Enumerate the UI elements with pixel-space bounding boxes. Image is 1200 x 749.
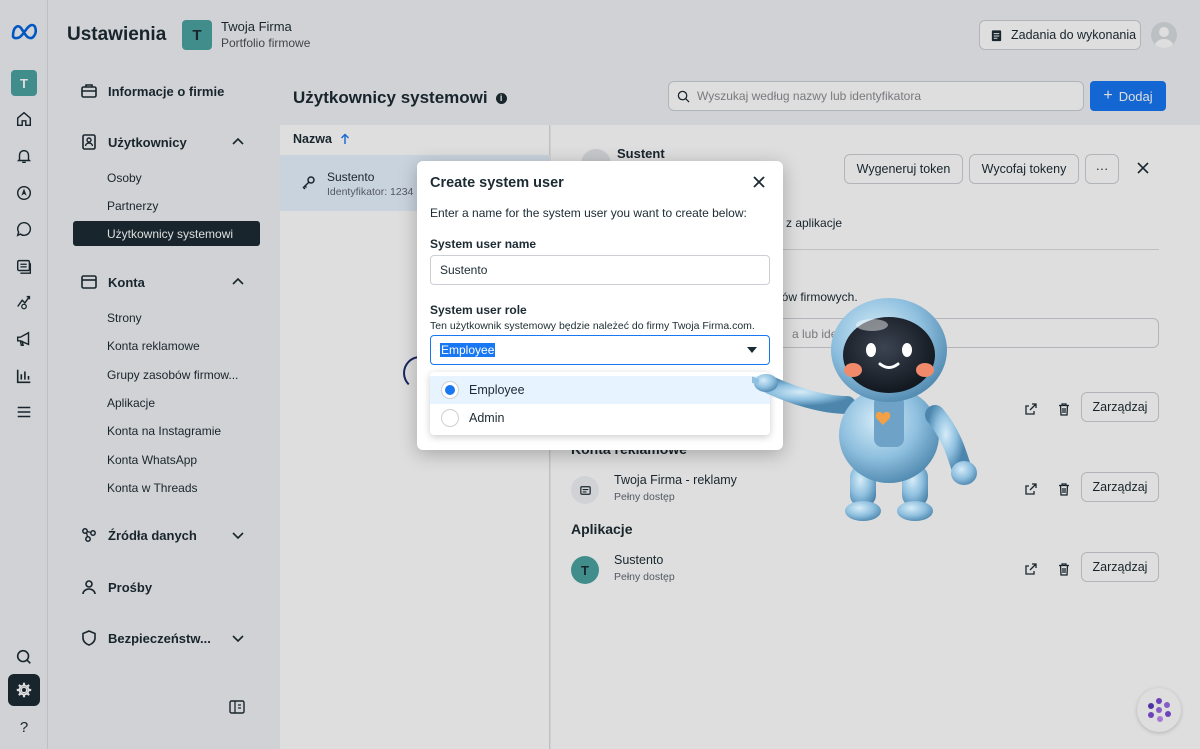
- close-icon[interactable]: [752, 175, 766, 189]
- system-user-name-input[interactable]: Sustento: [430, 255, 770, 285]
- role-select[interactable]: Employee: [430, 335, 770, 365]
- name-field-label: System user name: [430, 237, 537, 251]
- robot-mascot-illustration: [752, 298, 977, 521]
- radio-selected: [441, 381, 459, 399]
- dialog-description: Enter a name for the system user you wan…: [430, 206, 747, 220]
- option-label: Employee: [469, 383, 525, 397]
- role-select-value: Employee: [440, 343, 496, 357]
- role-option-employee[interactable]: Employee: [430, 376, 770, 404]
- role-option-admin[interactable]: Admin: [430, 404, 770, 432]
- role-field-label: System user role: [430, 303, 527, 317]
- radio-unselected: [441, 409, 459, 427]
- role-dropdown: Employee Admin: [430, 372, 770, 435]
- dialog-title: Create system user: [430, 175, 564, 191]
- role-help-text: Ten użytkownik systemowy będzie należeć …: [430, 320, 755, 332]
- option-label: Admin: [469, 411, 505, 425]
